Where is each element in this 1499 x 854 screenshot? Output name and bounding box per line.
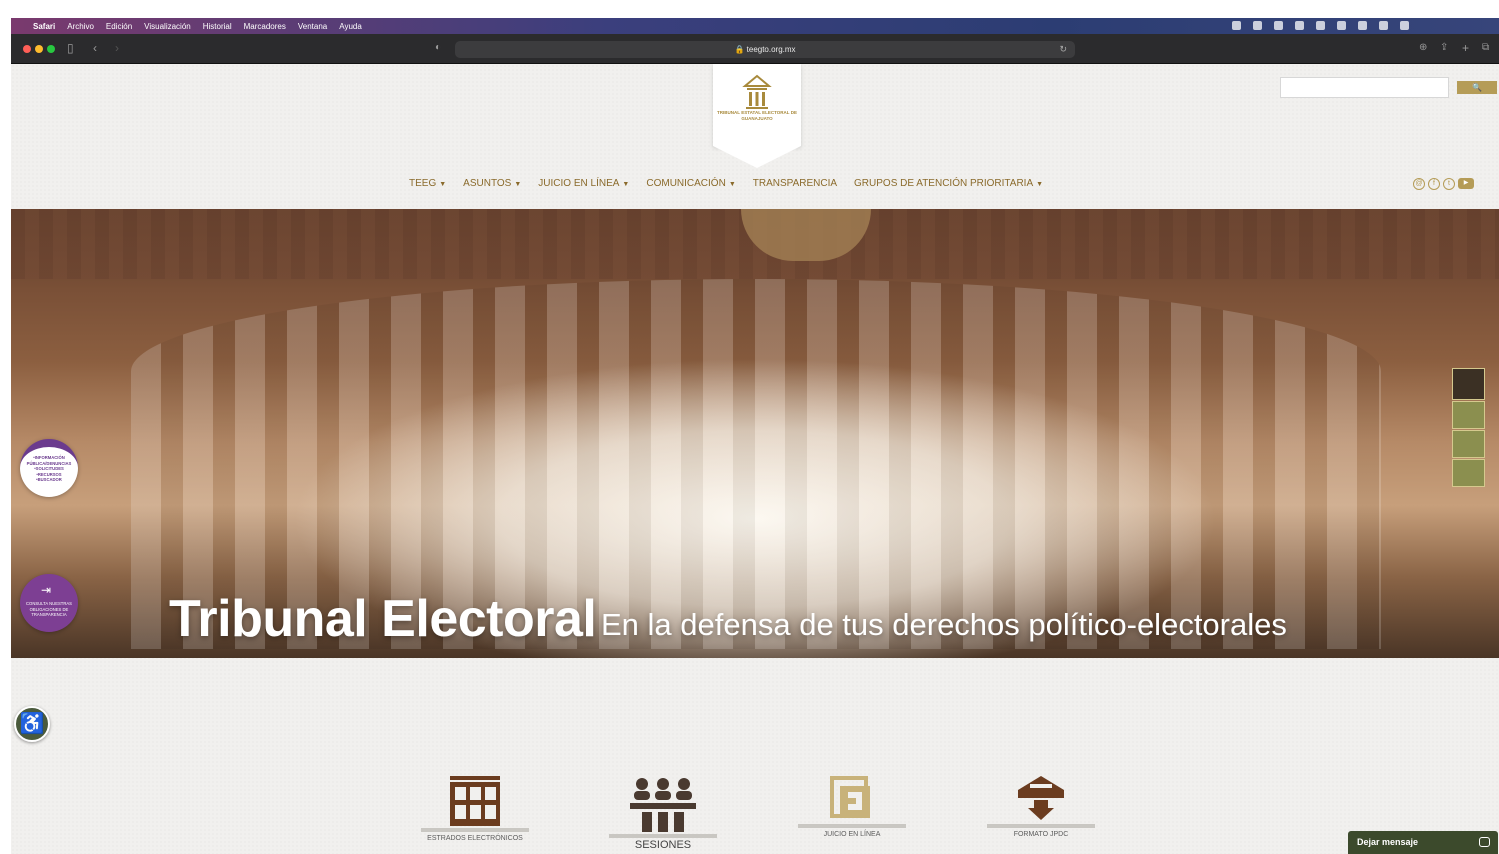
side-thumbnail[interactable] xyxy=(1452,368,1485,400)
nav-item-comunicacion[interactable]: COMUNICACIÓN ▼ xyxy=(646,178,735,192)
safari-toolbar: ▯ ‹ › ◐ 🔒 teegto.org.mx ↻ ⊕ ⇪ + ⧉ xyxy=(11,34,1499,64)
side-thumbnails xyxy=(1452,368,1486,488)
menu-visualizacion[interactable]: Visualización xyxy=(144,22,191,31)
chevron-down-icon: ▼ xyxy=(439,181,447,188)
accessibility-button[interactable]: ♿ xyxy=(14,706,50,742)
site-logo[interactable]: TRIBUNAL ESTATAL ELECTORAL DE GUANAJUATO xyxy=(713,64,801,146)
status-icon[interactable] xyxy=(1274,21,1283,30)
zoom-window-button[interactable] xyxy=(47,45,55,53)
reload-icon[interactable]: ↻ xyxy=(1059,41,1067,58)
close-window-button[interactable] xyxy=(23,45,31,53)
document-j-icon xyxy=(830,776,870,818)
address-bar[interactable]: 🔒 teegto.org.mx ↻ xyxy=(455,41,1075,58)
side-thumbnail[interactable] xyxy=(1452,459,1485,487)
quick-link-underline xyxy=(798,824,906,828)
nav-item-teeg[interactable]: TEEG ▼ xyxy=(409,178,446,192)
macos-menu-bar: Safari Archivo Edición Visualización His… xyxy=(11,18,1499,34)
menu-ayuda[interactable]: Ayuda xyxy=(339,22,362,31)
chevron-down-icon: ▼ xyxy=(1036,181,1044,188)
tab-overview-icon[interactable]: ⧉ xyxy=(1482,42,1489,53)
screen: Safari Archivo Edición Visualización His… xyxy=(0,0,1499,854)
accessibility-icon: ♿ xyxy=(19,713,45,735)
minimize-window-button[interactable] xyxy=(35,45,43,53)
menu-archivo[interactable]: Archivo xyxy=(67,22,94,31)
chat-bubble-icon xyxy=(1479,837,1490,847)
search-input[interactable] xyxy=(1280,77,1449,98)
side-thumbnail[interactable] xyxy=(1452,401,1485,429)
share-icon[interactable]: ⇪ xyxy=(1440,42,1448,53)
hero-title: Tribunal Electoral xyxy=(169,590,597,648)
info-services-badge[interactable]: •INFORMACIÓN PÚBLICA/DENUNCIAS •SOLICITU… xyxy=(20,439,78,497)
privacy-shield-icon[interactable]: ◐ xyxy=(435,42,441,53)
menu-historial[interactable]: Historial xyxy=(203,22,232,31)
quick-link-underline xyxy=(421,828,529,832)
side-thumbnail[interactable] xyxy=(1452,430,1485,458)
search-button[interactable]: 🔍 xyxy=(1457,81,1497,94)
quick-link-juicio-en-linea[interactable]: JUICIO EN LÍNEA xyxy=(797,776,907,838)
exit-door-icon: ⇥ xyxy=(41,583,52,597)
menu-edicion[interactable]: Edición xyxy=(106,22,132,31)
quick-link-formato-jpdc[interactable]: FORMATO JPDC xyxy=(986,776,1096,838)
downloads-icon[interactable]: ⊕ xyxy=(1419,42,1427,53)
status-icon[interactable] xyxy=(1232,21,1241,30)
grid-building-icon xyxy=(450,776,500,826)
nav-item-juicio-en-linea[interactable]: JUICIO EN LÍNEA ▼ xyxy=(538,178,629,192)
quick-link-label: SESIONES xyxy=(634,839,692,851)
people-session-icon xyxy=(630,778,696,832)
social-links: @ f t ▶ xyxy=(1413,178,1474,190)
logo-text: TRIBUNAL ESTATAL ELECTORAL DE GUANAJUATO xyxy=(717,110,797,121)
youtube-icon[interactable]: ▶ xyxy=(1458,178,1474,189)
chevron-down-icon: ▼ xyxy=(514,181,522,188)
nav-item-grupos-de-atencion-prioritaria[interactable]: GRUPOS DE ATENCIÓN PRIORITARIA ▼ xyxy=(854,178,1043,192)
status-icon[interactable] xyxy=(1253,21,1262,30)
facebook-icon[interactable]: f xyxy=(1428,178,1440,190)
quick-link-underline xyxy=(987,824,1095,828)
transparency-badge[interactable]: ⇥ CONSULTA NUESTRAS OBLIGACIONES DE TRAN… xyxy=(20,574,78,632)
control-center-icon[interactable] xyxy=(1379,21,1388,30)
quick-link-underline xyxy=(609,834,717,838)
back-icon[interactable]: ‹ xyxy=(93,41,97,55)
sidebar-toggle-icon[interactable]: ▯ xyxy=(67,41,74,55)
spotlight-search-icon[interactable] xyxy=(1358,21,1367,30)
info-services-text: •INFORMACIÓN PÚBLICA/DENUNCIAS •SOLICITU… xyxy=(26,455,72,482)
url-text: teegto.org.mx xyxy=(746,45,796,54)
chevron-down-icon: ▼ xyxy=(728,181,736,188)
new-tab-icon[interactable]: + xyxy=(1462,41,1469,55)
quick-link-sesiones[interactable]: SESIONES xyxy=(608,776,718,851)
lock-icon: 🔒 xyxy=(734,45,745,54)
quick-link-label: FORMATO JPDC xyxy=(1013,831,1069,838)
transparency-text: CONSULTA NUESTRAS OBLIGACIONES DE TRANSP… xyxy=(26,601,72,617)
quick-link-label: JUICIO EN LÍNEA xyxy=(823,831,881,838)
menu-ventana[interactable]: Ventana xyxy=(298,22,327,31)
ballot-box-icon xyxy=(1018,776,1064,820)
nav-item-asuntos[interactable]: ASUNTOS ▼ xyxy=(463,178,521,192)
nav-item-transparencia[interactable]: TRANSPARENCIA xyxy=(753,178,837,192)
forward-icon[interactable]: › xyxy=(115,41,119,55)
chat-tab[interactable]: Dejar mensaje xyxy=(1348,831,1498,854)
email-icon[interactable]: @ xyxy=(1413,178,1425,190)
chevron-down-icon: ▼ xyxy=(622,181,630,188)
hero-subtitle: En la defensa de tus derechos político-e… xyxy=(601,607,1287,642)
web-page: TRIBUNAL ESTATAL ELECTORAL DE GUANAJUATO… xyxy=(11,64,1499,854)
quick-link-label: ESTRADOS ELECTRÓNICOS xyxy=(427,835,523,842)
siri-icon[interactable] xyxy=(1400,21,1409,30)
wifi-icon[interactable] xyxy=(1337,21,1346,30)
menu-marcadores[interactable]: Marcadores xyxy=(244,22,286,31)
main-nav: TEEG ▼ ASUNTOS ▼ JUICIO EN LÍNEA ▼ COMUNICA… xyxy=(409,178,1043,192)
twitter-icon[interactable]: t xyxy=(1443,178,1455,190)
hero-banner: Tribunal Electoral En la defensa de tus … xyxy=(11,209,1499,658)
logo-pointer xyxy=(713,146,801,168)
menu-safari[interactable]: Safari xyxy=(33,22,55,31)
menu-bar-status-icons xyxy=(1232,21,1409,30)
tribunal-building-icon xyxy=(742,74,772,109)
quick-link-estrados[interactable]: ESTRADOS ELECTRÓNICOS xyxy=(420,776,530,842)
chat-label: Dejar mensaje xyxy=(1357,837,1419,847)
status-icon[interactable] xyxy=(1295,21,1304,30)
bluetooth-icon[interactable] xyxy=(1316,21,1325,30)
